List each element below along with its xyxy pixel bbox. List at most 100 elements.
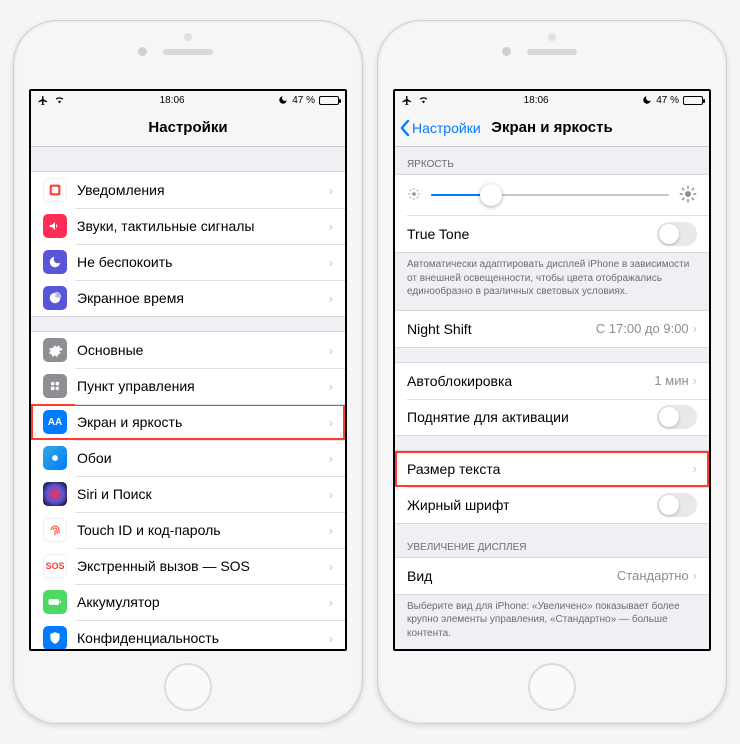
battery-pct: 47 %	[292, 95, 315, 106]
phone-right: 18:06 47 % Настройки Экран и яркость ЯРК…	[377, 20, 727, 724]
row-dnd[interactable]: Не беспокоить ›	[31, 244, 345, 280]
row-screentime[interactable]: Экранное время ›	[31, 280, 345, 316]
wifi-icon	[53, 95, 66, 105]
sounds-icon	[43, 214, 67, 238]
row-notifications[interactable]: Уведомления ›	[31, 172, 345, 208]
brightness-header: ЯРКОСТЬ	[395, 155, 709, 174]
navbar-display: Настройки Экран и яркость	[395, 109, 709, 147]
wallpaper-icon	[43, 446, 67, 470]
status-time: 18:06	[524, 95, 549, 106]
chevron-right-icon: ›	[329, 595, 333, 610]
chevron-right-icon: ›	[329, 343, 333, 358]
home-button[interactable]	[528, 663, 576, 711]
front-camera	[502, 47, 511, 56]
chevron-right-icon: ›	[693, 461, 697, 476]
row-general[interactable]: Основные ›	[31, 332, 345, 368]
airplane-icon	[37, 95, 49, 106]
raise-toggle[interactable]	[657, 405, 697, 429]
chevron-right-icon: ›	[329, 631, 333, 646]
row-view[interactable]: Вид Стандартно ›	[395, 558, 709, 594]
wifi-icon	[417, 95, 430, 105]
siri-icon	[43, 482, 67, 506]
chevron-right-icon: ›	[329, 487, 333, 502]
row-truetone[interactable]: True Tone	[395, 216, 709, 252]
zoom-header: УВЕЛИЧЕНИЕ ДИСПЛЕЯ	[395, 538, 709, 557]
row-privacy[interactable]: Конфиденциальность ›	[31, 620, 345, 649]
chevron-right-icon: ›	[329, 255, 333, 270]
screen-display: 18:06 47 % Настройки Экран и яркость ЯРК…	[393, 89, 711, 651]
chevron-right-icon: ›	[693, 321, 697, 336]
airplane-icon	[401, 95, 413, 106]
chevron-right-icon: ›	[329, 523, 333, 538]
truetone-toggle[interactable]	[657, 222, 697, 246]
group-system: Основные › Пункт управления › AA	[31, 331, 345, 649]
row-battery[interactable]: Аккумулятор ›	[31, 584, 345, 620]
moon-icon	[278, 95, 288, 105]
status-time: 18:06	[160, 95, 185, 106]
row-nightshift[interactable]: Night Shift С 17:00 до 9:00 ›	[395, 311, 709, 347]
sun-large-icon	[679, 185, 697, 206]
bold-toggle[interactable]	[657, 493, 697, 517]
chevron-right-icon: ›	[329, 183, 333, 198]
row-wallpaper[interactable]: Обои ›	[31, 440, 345, 476]
slider-knob[interactable]	[480, 184, 502, 206]
dnd-icon	[43, 250, 67, 274]
group-lock: Автоблокировка 1 мин › Поднятие для акти…	[395, 362, 709, 436]
sensor-dot	[184, 33, 192, 41]
row-textsize[interactable]: Размер текста ›	[395, 451, 709, 487]
battery-icon	[683, 96, 703, 105]
back-button[interactable]: Настройки	[399, 109, 481, 146]
home-button[interactable]	[164, 663, 212, 711]
row-touchid[interactable]: Touch ID и код-пароль ›	[31, 512, 345, 548]
row-raise[interactable]: Поднятие для активации	[395, 399, 709, 435]
chevron-right-icon: ›	[329, 291, 333, 306]
battery-icon	[319, 96, 339, 105]
group-alerts: Уведомления › Звуки, тактильные сигналы …	[31, 171, 345, 317]
gear-icon	[43, 338, 67, 362]
zoom-footer: Выберите вид для iPhone: «Увеличено» пок…	[395, 595, 709, 646]
row-siri[interactable]: Siri и Поиск ›	[31, 476, 345, 512]
settings-list[interactable]: Уведомления › Звуки, тактильные сигналы …	[31, 147, 345, 649]
phone-left: 18:06 47 % Настройки Уведомлени	[13, 20, 363, 724]
truetone-footer: Автоматически адаптировать дисплей iPhon…	[395, 253, 709, 304]
display-settings[interactable]: ЯРКОСТЬ	[395, 147, 709, 649]
view-detail: Стандартно	[617, 568, 689, 583]
status-bar: 18:06 47 %	[395, 91, 709, 109]
row-sounds[interactable]: Звуки, тактильные сигналы ›	[31, 208, 345, 244]
display-icon: AA	[43, 410, 67, 434]
screentime-icon	[43, 286, 67, 310]
brightness-slider-row	[395, 175, 709, 215]
group-text: Размер текста › Жирный шрифт	[395, 450, 709, 524]
group-zoom: УВЕЛИЧЕНИЕ ДИСПЛЕЯ Вид Стандартно › Выбе…	[395, 538, 709, 646]
brightness-slider[interactable]	[431, 194, 669, 196]
chevron-right-icon: ›	[329, 559, 333, 574]
chevron-right-icon: ›	[329, 415, 333, 430]
row-display-brightness[interactable]: AA Экран и яркость ›	[31, 404, 345, 440]
chevron-right-icon: ›	[693, 373, 697, 388]
autolock-detail: 1 мин	[654, 373, 688, 388]
status-bar: 18:06 47 %	[31, 91, 345, 109]
touchid-icon	[43, 518, 67, 542]
earpiece-speaker	[527, 49, 577, 55]
chevron-right-icon: ›	[329, 379, 333, 394]
group-nightshift: Night Shift С 17:00 до 9:00 ›	[395, 310, 709, 348]
page-title: Экран и яркость	[491, 119, 612, 136]
chevron-right-icon: ›	[329, 451, 333, 466]
group-brightness: ЯРКОСТЬ	[395, 155, 709, 304]
page-title: Настройки	[148, 119, 227, 136]
sensor-dot	[548, 33, 556, 41]
front-camera	[138, 47, 147, 56]
battery-app-icon	[43, 590, 67, 614]
control-center-icon	[43, 374, 67, 398]
chevron-right-icon: ›	[693, 568, 697, 583]
row-sos[interactable]: SOS Экстренный вызов — SOS ›	[31, 548, 345, 584]
row-autolock[interactable]: Автоблокировка 1 мин ›	[395, 363, 709, 399]
moon-icon	[642, 95, 652, 105]
earpiece-speaker	[163, 49, 213, 55]
row-bold[interactable]: Жирный шрифт	[395, 487, 709, 523]
sos-icon: SOS	[43, 554, 67, 578]
privacy-icon	[43, 626, 67, 649]
chevron-right-icon: ›	[329, 219, 333, 234]
notifications-icon	[43, 178, 67, 202]
row-controlcenter[interactable]: Пункт управления ›	[31, 368, 345, 404]
